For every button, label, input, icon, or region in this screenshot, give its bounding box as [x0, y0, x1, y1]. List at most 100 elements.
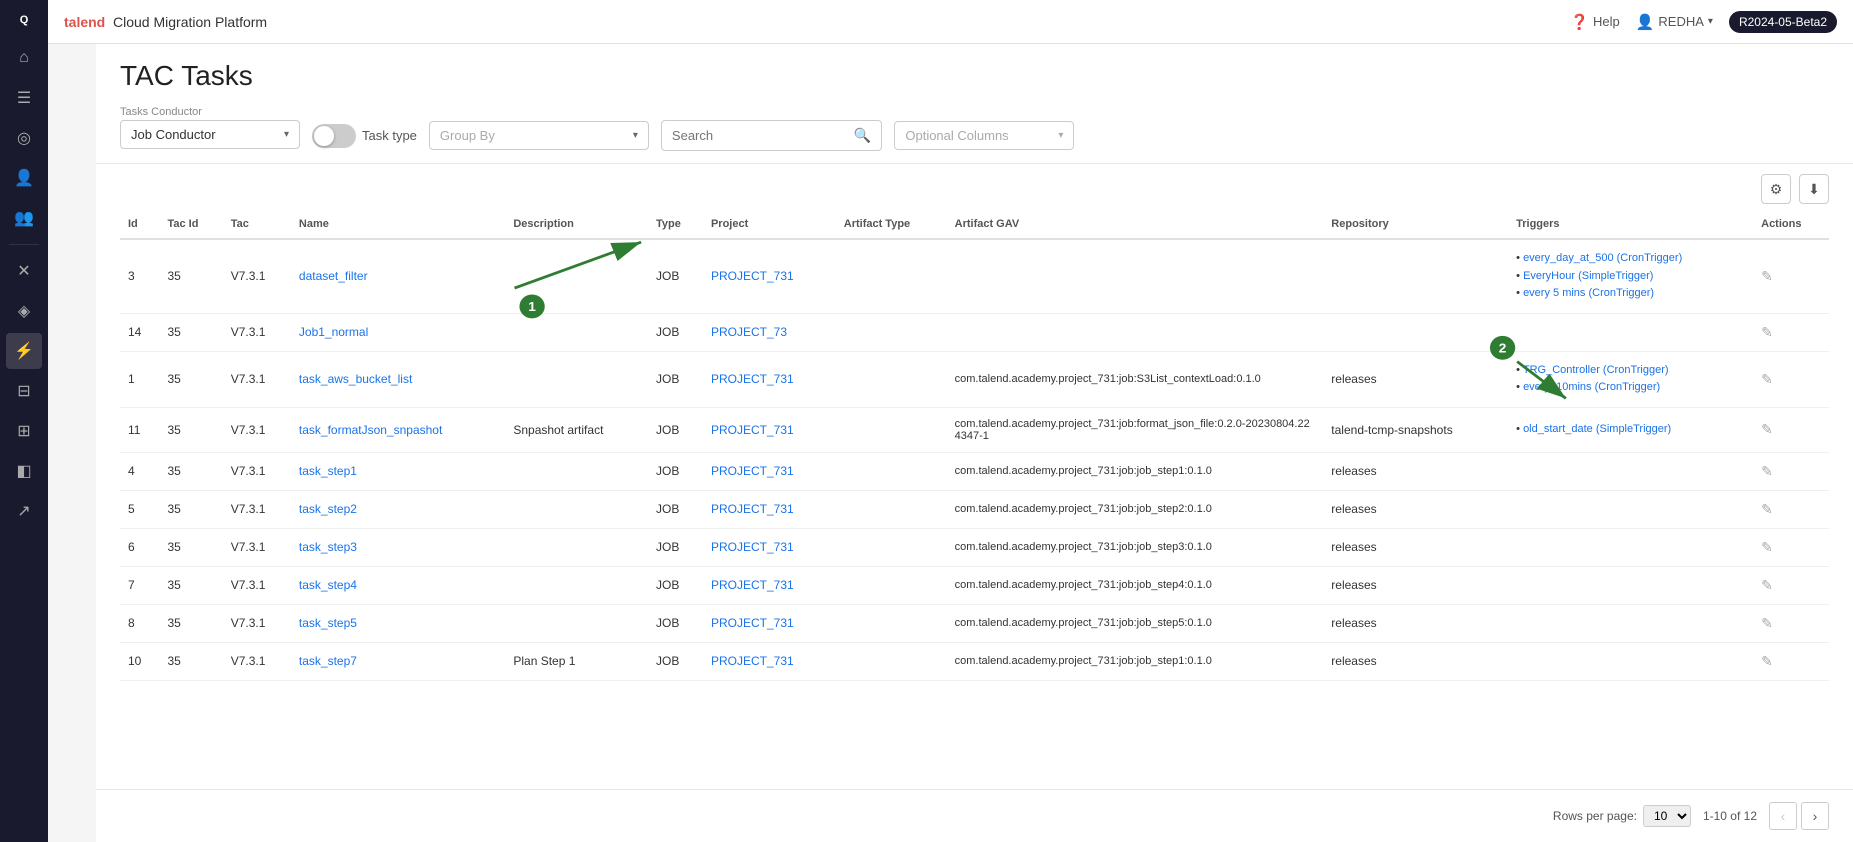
edit-button[interactable]: ✎ [1761, 421, 1773, 437]
cell-name[interactable]: task_formatJson_snpashot [291, 407, 505, 452]
cell-name-link[interactable]: task_step2 [299, 502, 357, 516]
cell-actions: ✎ [1753, 452, 1829, 490]
cell-id: 11 [120, 407, 159, 452]
sidebar-item-team[interactable]: 👥 [6, 200, 42, 236]
table-row: 535V7.3.1task_step2JOBPROJECT_731com.tal… [120, 490, 1829, 528]
sidebar-item-docs[interactable]: ☰ [6, 80, 42, 116]
edit-button[interactable]: ✎ [1761, 268, 1773, 284]
edit-button[interactable]: ✎ [1761, 577, 1773, 593]
cell-project[interactable]: PROJECT_731 [703, 604, 836, 642]
cell-project[interactable]: PROJECT_731 [703, 566, 836, 604]
col-type: Type [648, 210, 703, 239]
rows-per-page-select[interactable]: 10 25 50 [1643, 805, 1691, 827]
cell-name-link[interactable]: task_step4 [299, 578, 357, 592]
help-button[interactable]: ❓ Help [1570, 13, 1619, 31]
cell-description [505, 239, 648, 313]
cell-name[interactable]: task_step3 [291, 528, 505, 566]
sidebar-item-home[interactable]: ⌂ [6, 40, 42, 76]
cell-project-link[interactable]: PROJECT_731 [711, 654, 794, 668]
cell-name-link[interactable]: Job1_normal [299, 325, 368, 339]
edit-button[interactable]: ✎ [1761, 653, 1773, 669]
sidebar-item-profile[interactable]: 👤 [6, 160, 42, 196]
sidebar-item-tags[interactable]: ◈ [6, 293, 42, 329]
cell-type: JOB [648, 313, 703, 351]
cell-triggers [1508, 490, 1753, 528]
cell-project-link[interactable]: PROJECT_731 [711, 269, 794, 283]
cell-name[interactable]: dataset_filter [291, 239, 505, 313]
edit-button[interactable]: ✎ [1761, 539, 1773, 555]
sidebar-item-tasks[interactable]: ⚡ [6, 333, 42, 369]
cell-name-link[interactable]: task_step7 [299, 654, 357, 668]
cell-name-link[interactable]: task_step3 [299, 540, 357, 554]
rows-per-page-group: Rows per page: 10 25 50 [1553, 805, 1691, 827]
cell-project[interactable]: PROJECT_731 [703, 351, 836, 407]
cell-project-link[interactable]: PROJECT_731 [711, 540, 794, 554]
table-download-button[interactable]: ⬇ [1799, 174, 1829, 204]
cell-name[interactable]: task_step2 [291, 490, 505, 528]
cell-artifact-gav [947, 239, 1324, 313]
cell-artifact-type [836, 642, 947, 680]
cell-project-link[interactable]: PROJECT_731 [711, 372, 794, 386]
cell-project[interactable]: PROJECT_731 [703, 490, 836, 528]
edit-button[interactable]: ✎ [1761, 501, 1773, 517]
cell-project-link[interactable]: PROJECT_73 [711, 325, 787, 339]
cell-repository: releases [1323, 566, 1508, 604]
edit-button[interactable]: ✎ [1761, 371, 1773, 387]
sidebar-item-map[interactable]: ◧ [6, 453, 42, 489]
cell-name[interactable]: task_step7 [291, 642, 505, 680]
sidebar-item-export[interactable]: ↗ [6, 493, 42, 529]
sidebar-item-tools[interactable]: ✕ [6, 253, 42, 289]
cell-name[interactable]: Job1_normal [291, 313, 505, 351]
search-box: 🔍 [661, 120, 882, 151]
cell-name-link[interactable]: dataset_filter [299, 269, 368, 283]
next-page-button[interactable]: › [1801, 802, 1829, 830]
cell-project[interactable]: PROJECT_73 [703, 313, 836, 351]
cell-name[interactable]: task_aws_bucket_list [291, 351, 505, 407]
cell-project[interactable]: PROJECT_731 [703, 239, 836, 313]
conductor-dropdown[interactable]: Job Conductor ▾ [120, 120, 300, 149]
user-menu[interactable]: 👤 REDHA ▾ [1636, 13, 1713, 31]
cell-tac-id: 35 [159, 566, 222, 604]
cell-name-link[interactable]: task_step1 [299, 464, 357, 478]
optional-columns-label: Optional Columns [905, 128, 1008, 143]
toggle-knob [314, 126, 334, 146]
cell-project-link[interactable]: PROJECT_731 [711, 616, 794, 630]
table-settings-button[interactable]: ⚙ [1761, 174, 1791, 204]
table-row: 1035V7.3.1task_step7Plan Step 1JOBPROJEC… [120, 642, 1829, 680]
cell-project-link[interactable]: PROJECT_731 [711, 502, 794, 516]
optional-columns-dropdown[interactable]: Optional Columns ▾ [894, 121, 1074, 150]
cell-project[interactable]: PROJECT_731 [703, 452, 836, 490]
cell-artifact-gav: com.talend.academy.project_731:job:S3Lis… [947, 351, 1324, 407]
cell-triggers: old_start_date (SimpleTrigger) [1508, 407, 1753, 452]
sidebar-item-grid[interactable]: ⊞ [6, 413, 42, 449]
groupby-dropdown[interactable]: Group By ▾ [429, 121, 649, 150]
cell-project-link[interactable]: PROJECT_731 [711, 464, 794, 478]
cell-tac-id: 35 [159, 490, 222, 528]
groupby-chevron-icon: ▾ [633, 130, 638, 141]
sidebar-item-globe[interactable]: ◎ [6, 120, 42, 156]
cell-project[interactable]: PROJECT_731 [703, 407, 836, 452]
user-icon: 👤 [1636, 13, 1655, 31]
edit-button[interactable]: ✎ [1761, 324, 1773, 340]
task-type-toggle[interactable] [312, 124, 356, 148]
cell-type: JOB [648, 490, 703, 528]
search-input[interactable] [672, 128, 848, 143]
edit-button[interactable]: ✎ [1761, 615, 1773, 631]
cell-name[interactable]: task_step4 [291, 566, 505, 604]
cell-project-link[interactable]: PROJECT_731 [711, 578, 794, 592]
prev-page-button[interactable]: ‹ [1769, 802, 1797, 830]
cell-name-link[interactable]: task_aws_bucket_list [299, 372, 412, 386]
cell-project[interactable]: PROJECT_731 [703, 528, 836, 566]
brand-logo: talend Cloud Migration Platform [64, 14, 267, 30]
cell-tac: V7.3.1 [223, 528, 291, 566]
cell-project[interactable]: PROJECT_731 [703, 642, 836, 680]
cell-name[interactable]: task_step5 [291, 604, 505, 642]
cell-project-link[interactable]: PROJECT_731 [711, 423, 794, 437]
version-badge[interactable]: R2024-05-Beta2 [1729, 11, 1837, 33]
sidebar-item-layers[interactable]: ⊟ [6, 373, 42, 409]
edit-button[interactable]: ✎ [1761, 463, 1773, 479]
cell-name-link[interactable]: task_formatJson_snpashot [299, 423, 442, 437]
cell-name-link[interactable]: task_step5 [299, 616, 357, 630]
cell-name[interactable]: task_step1 [291, 452, 505, 490]
search-icon: 🔍 [854, 127, 871, 144]
